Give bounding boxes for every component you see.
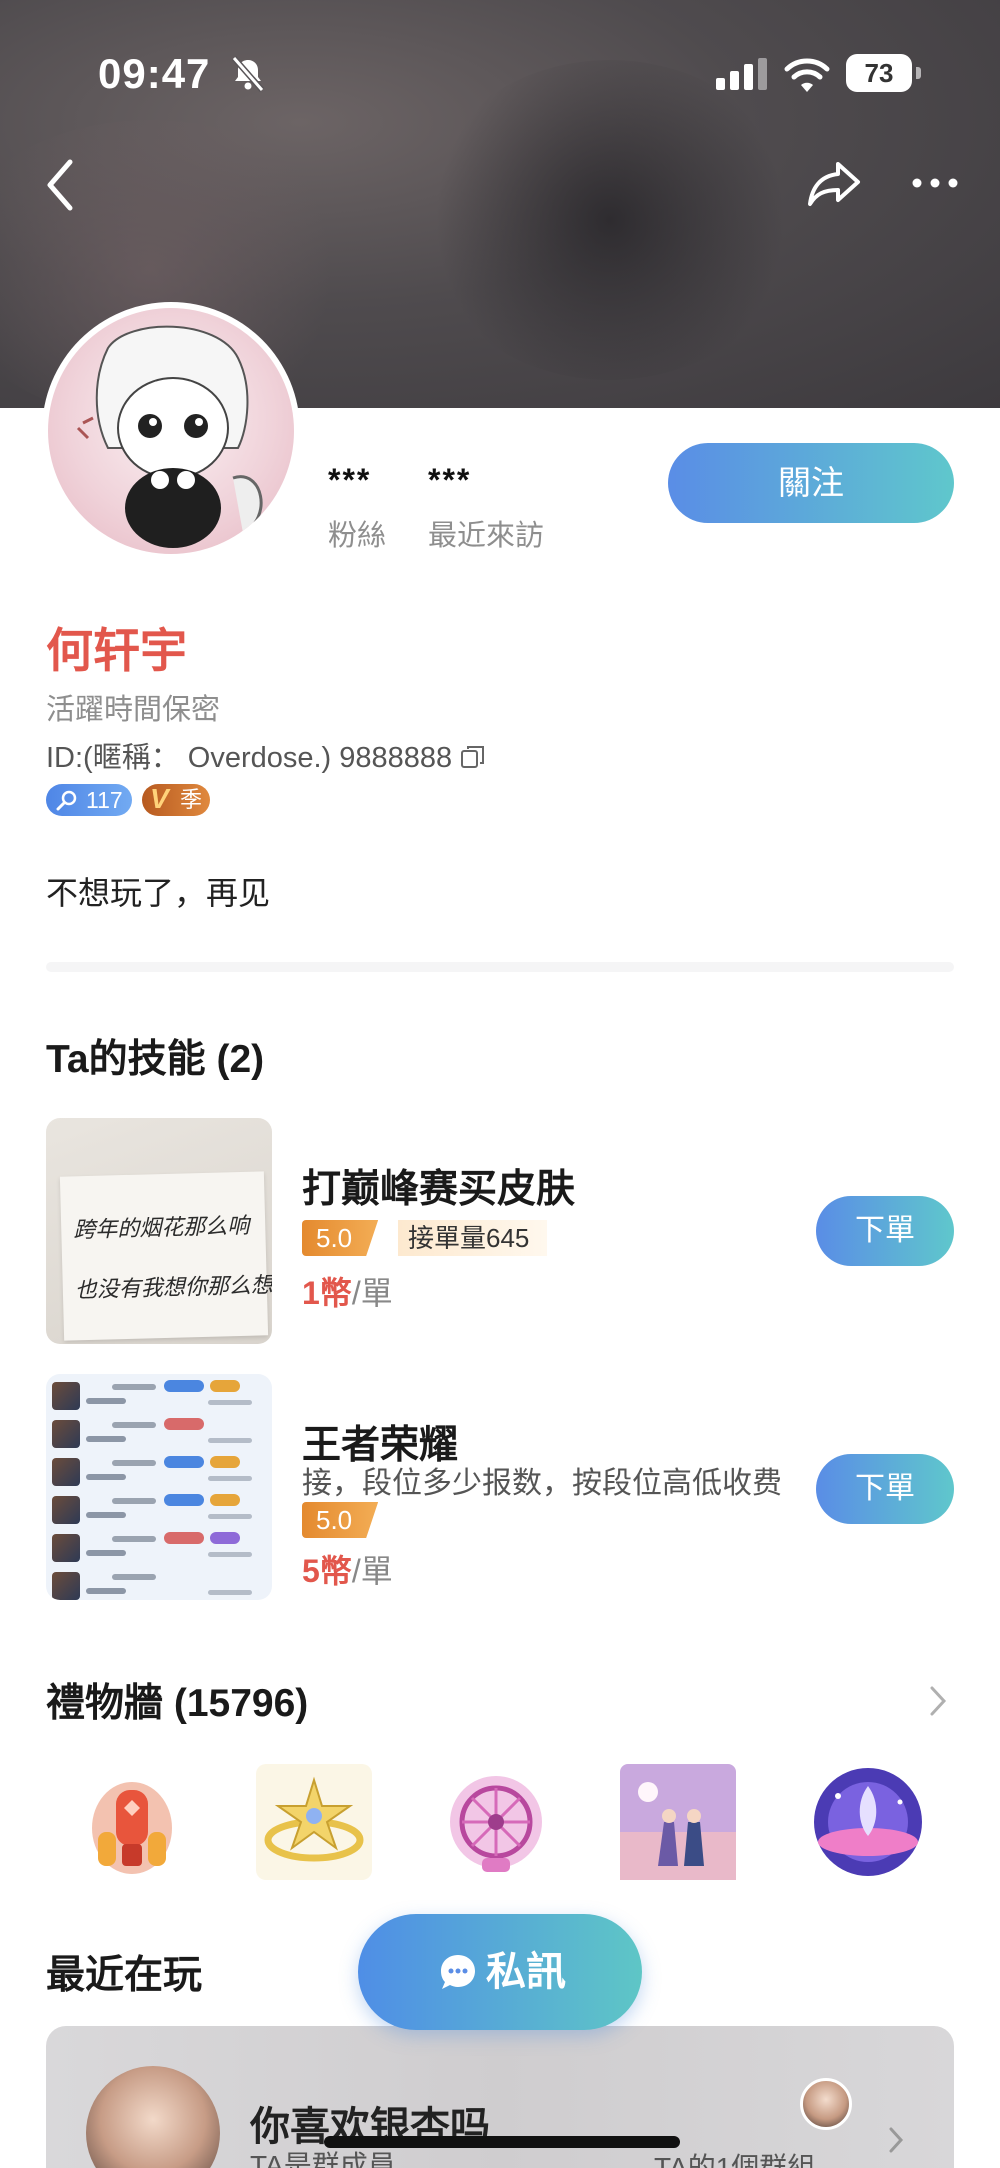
chevron-right-icon[interactable]	[888, 2126, 904, 2154]
user-id-line: ID:(暱稱： Overdose.) 9888888	[46, 734, 486, 776]
status-time: 09:47	[98, 50, 211, 97]
chat-bubble-icon	[441, 1955, 475, 1989]
back-arrow-icon[interactable]	[40, 152, 84, 218]
vip-badge: V 季	[142, 783, 210, 816]
section-divider	[46, 962, 954, 972]
price-amount: 1幣	[302, 1275, 352, 1311]
fans-count: ***	[328, 462, 372, 498]
order-button[interactable]: 下單	[816, 1454, 954, 1524]
user-id-text: ID:(暱稱： Overdose.) 9888888	[46, 742, 453, 774]
home-indicator[interactable]	[324, 2136, 680, 2148]
fans-label: 粉絲	[328, 520, 387, 552]
skill-name: 打巅峰赛买皮肤	[302, 1168, 576, 1211]
skill-description: 接，段位多少报数，按段位高低收费	[302, 1467, 782, 1500]
cellular-signal-icon	[716, 58, 767, 90]
level-badge: 117	[46, 784, 132, 816]
star-ring-gift-icon[interactable]	[254, 1762, 374, 1882]
private-message-button[interactable]: 私訊	[358, 1914, 642, 2030]
visitors-stat[interactable]: *** 最近來訪	[428, 462, 544, 554]
skill-thumbnail: 跨年的烟花那么响 也没有我想你那么想	[46, 1118, 272, 1344]
ferris-wheel-gift-icon[interactable]	[436, 1762, 556, 1882]
user-avatar[interactable]	[42, 302, 300, 560]
more-options-icon[interactable]	[912, 168, 958, 198]
group-count: TA的1個群組	[654, 2152, 816, 2168]
wifi-icon	[784, 58, 830, 92]
follow-button[interactable]: 關注	[668, 443, 954, 523]
group-avatar	[86, 2066, 220, 2168]
gift-wall-title[interactable]: 禮物牆 (15796)	[46, 1672, 308, 1728]
couple-scene-gift-icon[interactable]	[618, 1762, 738, 1882]
vip-v-icon: V	[150, 783, 169, 814]
skill-order-count: 接單量645	[398, 1220, 548, 1256]
fans-stat[interactable]: *** 粉絲	[328, 462, 386, 554]
share-icon[interactable]	[806, 158, 862, 208]
thumbnail-handwriting-line: 也没有我想你那么想	[74, 1273, 272, 1304]
status-bar: 09:47 73	[0, 40, 1000, 110]
order-button[interactable]: 下單	[816, 1196, 954, 1266]
visitors-label: 最近來訪	[428, 520, 545, 552]
active-status: 活躍時間保密	[46, 694, 221, 726]
skill-price: 5幣/單	[302, 1546, 393, 1592]
thumbnail-handwriting-line: 跨年的烟花那么响	[72, 1213, 250, 1244]
recently-playing-title: 最近在玩	[46, 1954, 203, 1997]
user-name: 何轩宇	[46, 624, 187, 677]
chevron-right-icon[interactable]	[928, 1684, 948, 1718]
skill-score: 5.0分	[302, 1220, 378, 1256]
skill-price: 1幣/單	[302, 1268, 393, 1314]
private-message-label: 私訊	[486, 1950, 566, 1994]
skill-score: 5.0分	[302, 1502, 378, 1538]
level-value: 117	[86, 787, 123, 813]
price-unit: /單	[351, 1553, 393, 1589]
galaxy-gift-icon[interactable]	[808, 1762, 928, 1882]
copy-icon[interactable]	[460, 744, 486, 770]
search-person-icon	[56, 790, 77, 811]
skill-thumbnail	[46, 1374, 272, 1600]
skills-title: Ta的技能 (2)	[46, 1038, 265, 1081]
vip-label: 季	[180, 787, 203, 812]
skill-card[interactable]: 跨年的烟花那么响 也没有我想你那么想 打巅峰赛买皮肤 5.0分 接單量645 1…	[46, 1118, 954, 1344]
visitors-count: ***	[428, 462, 472, 498]
user-bio: 不想玩了，再见	[46, 875, 271, 911]
battery-level: 73	[846, 54, 921, 92]
price-unit: /單	[351, 1275, 393, 1311]
skill-card[interactable]: 王者荣耀 接，段位多少报数，按段位高低收费 5.0分 5幣/單 下單	[46, 1374, 954, 1600]
price-amount: 5幣	[302, 1553, 352, 1589]
group-member-avatar	[800, 2078, 852, 2130]
rocket-gift-icon[interactable]	[72, 1762, 192, 1882]
silent-bell-icon	[231, 56, 265, 92]
